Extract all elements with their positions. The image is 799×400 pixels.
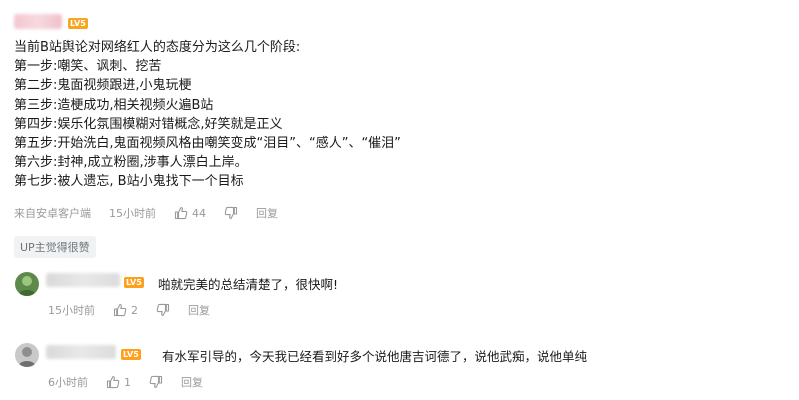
dislike-button[interactable]	[149, 375, 163, 389]
up-liked-badge: UP主觉得很赞	[14, 236, 96, 258]
like-count: 1	[124, 375, 131, 389]
reply-username[interactable]	[46, 345, 116, 359]
comment-line: 第五步:开始洗白,鬼面视频风格由嘲笑变成“泪目”、“感人”、“催泪”	[14, 136, 401, 152]
reply-button[interactable]: 回复	[181, 374, 203, 390]
like-button[interactable]: 1	[106, 375, 131, 389]
main-comment-username[interactable]	[14, 14, 62, 29]
reply-meta: 6小时前 1 回复	[48, 374, 203, 390]
like-count: 2	[131, 303, 138, 317]
reply-username[interactable]	[46, 273, 120, 287]
comment-line: 第四步:娱乐化氛围模糊对错概念,好笑就是正义	[14, 116, 283, 132]
like-button[interactable]: 2	[113, 303, 138, 317]
reply-button[interactable]: 回复	[188, 302, 210, 318]
reply-content: 有水军引导的，今天我已经看到好多个说他唐吉诃德了，说他武痴，说他单纯	[162, 349, 588, 364]
like-button[interactable]: 44	[174, 206, 206, 220]
comment-line: 第二步:鬼面视频跟进,小鬼玩梗	[14, 78, 192, 94]
main-comment-meta: 来自安卓客户端 15小时前 44 回复	[14, 205, 278, 221]
comment-time: 15小时前	[109, 207, 156, 220]
level-badge: LV5	[124, 277, 144, 288]
like-count: 44	[192, 206, 206, 220]
comment-line: 第三步:造梗成功,相关视频火遍B站	[14, 97, 214, 113]
main-comment-content: 当前B站舆论对网络红人的态度分为这么几个阶段: 第一步:嘲笑、讽刺、挖苦 第二步…	[14, 38, 401, 192]
level-badge: LV5	[121, 349, 141, 360]
thumbs-down-icon	[149, 375, 163, 389]
comment-line: 第六步:封神,成立粉圈,涉事人漂白上岸。	[14, 155, 248, 171]
comment-line: 第七步:被人遗忘, B站小鬼找下一个目标	[14, 174, 244, 190]
thumbs-down-icon	[156, 303, 170, 317]
comment-line: 当前B站舆论对网络红人的态度分为这么几个阶段:	[14, 40, 301, 55]
thumbs-up-icon	[174, 206, 188, 220]
level-badge: LV5	[68, 18, 88, 29]
reply-time: 6小时前	[48, 376, 88, 389]
dislike-button[interactable]	[224, 206, 238, 220]
reply-button[interactable]: 回复	[256, 205, 278, 221]
reply-content: 啪就完美的总结清楚了，很快啊!	[158, 277, 339, 292]
dislike-button[interactable]	[156, 303, 170, 317]
reply-time: 15小时前	[48, 304, 95, 317]
comment-line: 第一步:嘲笑、讽刺、挖苦	[14, 59, 162, 75]
thumbs-down-icon	[224, 206, 238, 220]
avatar[interactable]	[15, 272, 39, 296]
thumbs-up-icon	[113, 303, 127, 317]
avatar[interactable]	[15, 343, 39, 367]
reply-meta: 15小时前 2 回复	[48, 302, 210, 318]
source-label: 来自安卓客户端	[14, 207, 91, 220]
thumbs-up-icon	[106, 375, 120, 389]
